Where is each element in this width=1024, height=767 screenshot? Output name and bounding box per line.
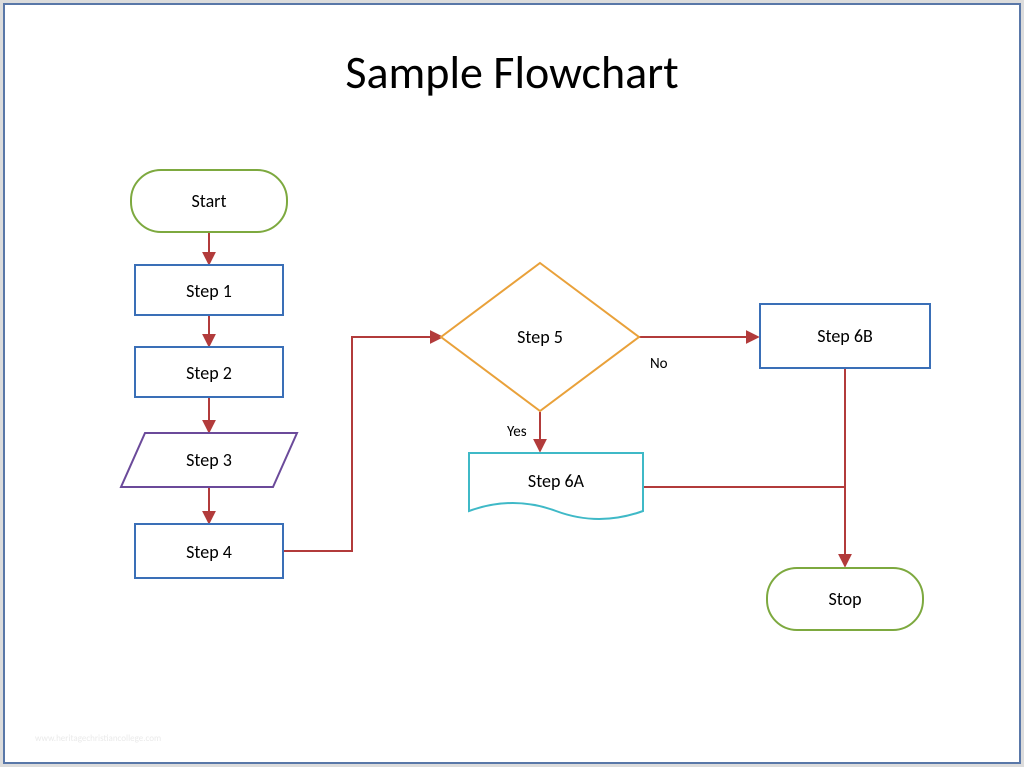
label-step1: Step 1 xyxy=(135,280,283,302)
label-step2: Step 2 xyxy=(135,362,283,384)
label-step5: Step 5 xyxy=(441,326,639,348)
slide-canvas: Sample Flowchart xyxy=(17,17,1007,750)
label-step6a: Step 6A xyxy=(469,470,643,492)
label-step4: Step 4 xyxy=(135,541,283,563)
label-edge-no: No xyxy=(650,355,668,373)
label-start: Start xyxy=(131,190,287,212)
label-step3: Step 3 xyxy=(135,449,283,471)
label-edge-yes: Yes xyxy=(507,423,527,441)
label-stop: Stop xyxy=(767,588,923,610)
label-step6b: Step 6B xyxy=(760,325,930,347)
footer-watermark: www.heritagechristiancollege.com xyxy=(35,733,161,744)
slide-frame: Sample Flowchart xyxy=(3,3,1021,764)
